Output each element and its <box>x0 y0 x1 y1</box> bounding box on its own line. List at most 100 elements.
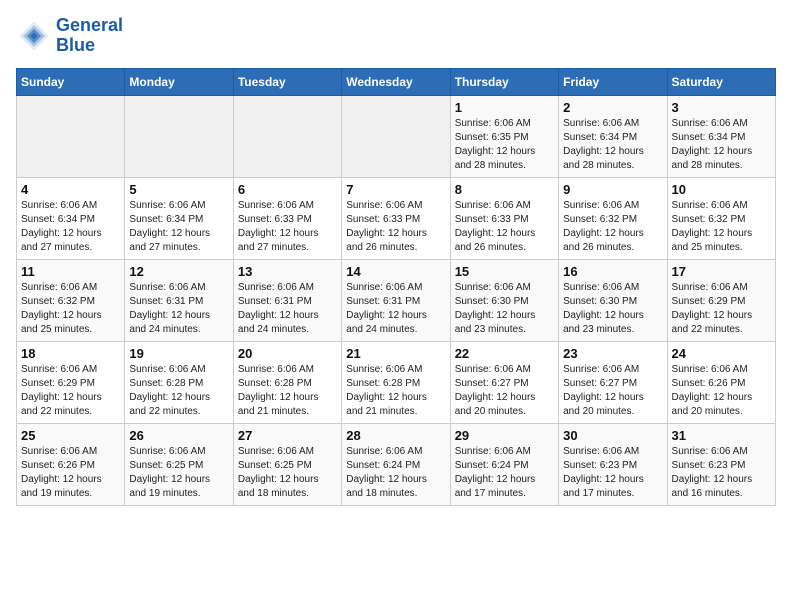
day-number: 19 <box>129 346 228 361</box>
weekday-header: Saturday <box>667 68 775 95</box>
day-info: Sunrise: 6:06 AM Sunset: 6:28 PM Dayligh… <box>238 363 337 419</box>
calendar-cell: 27 Sunrise: 6:06 AM Sunset: 6:25 PM Dayli… <box>233 423 341 505</box>
day-info: Sunrise: 6:06 AM Sunset: 6:33 PM Dayligh… <box>346 199 445 255</box>
day-number: 5 <box>129 182 228 197</box>
logo-icon <box>16 18 52 54</box>
calendar-cell: 5 Sunrise: 6:06 AM Sunset: 6:34 PM Daylig… <box>125 177 233 259</box>
day-info: Sunrise: 6:06 AM Sunset: 6:34 PM Dayligh… <box>563 117 662 173</box>
day-number: 7 <box>346 182 445 197</box>
day-number: 6 <box>238 182 337 197</box>
day-info: Sunrise: 6:06 AM Sunset: 6:31 PM Dayligh… <box>346 281 445 337</box>
weekday-header: Tuesday <box>233 68 341 95</box>
day-number: 1 <box>455 100 554 115</box>
day-info: Sunrise: 6:06 AM Sunset: 6:24 PM Dayligh… <box>455 445 554 501</box>
day-number: 20 <box>238 346 337 361</box>
calendar-cell <box>17 95 125 177</box>
calendar-cell: 14 Sunrise: 6:06 AM Sunset: 6:31 PM Dayli… <box>342 259 450 341</box>
day-number: 29 <box>455 428 554 443</box>
calendar-cell: 9 Sunrise: 6:06 AM Sunset: 6:32 PM Daylig… <box>559 177 667 259</box>
day-number: 30 <box>563 428 662 443</box>
day-info: Sunrise: 6:06 AM Sunset: 6:26 PM Dayligh… <box>21 445 120 501</box>
page-header: General Blue <box>16 16 776 56</box>
day-info: Sunrise: 6:06 AM Sunset: 6:30 PM Dayligh… <box>563 281 662 337</box>
weekday-header: Sunday <box>17 68 125 95</box>
calendar-cell: 31 Sunrise: 6:06 AM Sunset: 6:23 PM Dayli… <box>667 423 775 505</box>
day-number: 21 <box>346 346 445 361</box>
day-number: 18 <box>21 346 120 361</box>
day-info: Sunrise: 6:06 AM Sunset: 6:25 PM Dayligh… <box>238 445 337 501</box>
day-info: Sunrise: 6:06 AM Sunset: 6:28 PM Dayligh… <box>346 363 445 419</box>
day-number: 28 <box>346 428 445 443</box>
day-number: 12 <box>129 264 228 279</box>
day-number: 27 <box>238 428 337 443</box>
day-info: Sunrise: 6:06 AM Sunset: 6:33 PM Dayligh… <box>455 199 554 255</box>
calendar-cell: 4 Sunrise: 6:06 AM Sunset: 6:34 PM Daylig… <box>17 177 125 259</box>
weekday-header: Thursday <box>450 68 558 95</box>
calendar-cell: 30 Sunrise: 6:06 AM Sunset: 6:23 PM Dayli… <box>559 423 667 505</box>
day-info: Sunrise: 6:06 AM Sunset: 6:27 PM Dayligh… <box>563 363 662 419</box>
day-info: Sunrise: 6:06 AM Sunset: 6:23 PM Dayligh… <box>672 445 771 501</box>
calendar-cell: 22Sunrise: 6:06 AM Sunset: 6:27 PM Dayli… <box>450 341 558 423</box>
calendar-week-row: 4 Sunrise: 6:06 AM Sunset: 6:34 PM Daylig… <box>17 177 776 259</box>
calendar-cell: 2 Sunrise: 6:06 AM Sunset: 6:34 PM Daylig… <box>559 95 667 177</box>
day-number: 3 <box>672 100 771 115</box>
day-info: Sunrise: 6:06 AM Sunset: 6:27 PM Dayligh… <box>455 363 554 419</box>
day-info: Sunrise: 6:06 AM Sunset: 6:28 PM Dayligh… <box>129 363 228 419</box>
day-number: 16 <box>563 264 662 279</box>
calendar-cell: 20 Sunrise: 6:06 AM Sunset: 6:28 PM Dayli… <box>233 341 341 423</box>
day-info: Sunrise: 6:06 AM Sunset: 6:25 PM Dayligh… <box>129 445 228 501</box>
day-number: 23 <box>563 346 662 361</box>
day-info: Sunrise: 6:06 AM Sunset: 6:23 PM Dayligh… <box>563 445 662 501</box>
day-number: 15 <box>455 264 554 279</box>
day-info: Sunrise: 6:06 AM Sunset: 6:34 PM Dayligh… <box>672 117 771 173</box>
calendar-cell: 7 Sunrise: 6:06 AM Sunset: 6:33 PM Daylig… <box>342 177 450 259</box>
calendar-header: SundayMondayTuesdayWednesdayThursdayFrid… <box>17 68 776 95</box>
calendar-week-row: 1 Sunrise: 6:06 AM Sunset: 6:35 PM Daylig… <box>17 95 776 177</box>
calendar-cell: 6 Sunrise: 6:06 AM Sunset: 6:33 PM Daylig… <box>233 177 341 259</box>
day-info: Sunrise: 6:06 AM Sunset: 6:34 PM Dayligh… <box>129 199 228 255</box>
day-number: 11 <box>21 264 120 279</box>
calendar-cell: 3 Sunrise: 6:06 AM Sunset: 6:34 PM Daylig… <box>667 95 775 177</box>
calendar-cell: 23 Sunrise: 6:06 AM Sunset: 6:27 PM Dayli… <box>559 341 667 423</box>
day-number: 13 <box>238 264 337 279</box>
calendar-table: SundayMondayTuesdayWednesdayThursdayFrid… <box>16 68 776 506</box>
calendar-cell: 25 Sunrise: 6:06 AM Sunset: 6:26 PM Dayli… <box>17 423 125 505</box>
day-number: 14 <box>346 264 445 279</box>
calendar-cell: 1 Sunrise: 6:06 AM Sunset: 6:35 PM Daylig… <box>450 95 558 177</box>
weekday-header: Wednesday <box>342 68 450 95</box>
day-info: Sunrise: 6:06 AM Sunset: 6:32 PM Dayligh… <box>21 281 120 337</box>
day-number: 24 <box>672 346 771 361</box>
calendar-cell <box>125 95 233 177</box>
weekday-header: Friday <box>559 68 667 95</box>
day-info: Sunrise: 6:06 AM Sunset: 6:34 PM Dayligh… <box>21 199 120 255</box>
day-info: Sunrise: 6:06 AM Sunset: 6:32 PM Dayligh… <box>563 199 662 255</box>
calendar-cell: 28 Sunrise: 6:06 AM Sunset: 6:24 PM Dayli… <box>342 423 450 505</box>
day-info: Sunrise: 6:06 AM Sunset: 6:24 PM Dayligh… <box>346 445 445 501</box>
calendar-week-row: 11 Sunrise: 6:06 AM Sunset: 6:32 PM Dayli… <box>17 259 776 341</box>
day-number: 4 <box>21 182 120 197</box>
calendar-cell: 8 Sunrise: 6:06 AM Sunset: 6:33 PM Daylig… <box>450 177 558 259</box>
day-info: Sunrise: 6:06 AM Sunset: 6:35 PM Dayligh… <box>455 117 554 173</box>
weekday-header: Monday <box>125 68 233 95</box>
calendar-cell: 13 Sunrise: 6:06 AM Sunset: 6:31 PM Dayli… <box>233 259 341 341</box>
day-number: 31 <box>672 428 771 443</box>
logo: General Blue <box>16 16 123 56</box>
calendar-cell <box>233 95 341 177</box>
day-info: Sunrise: 6:06 AM Sunset: 6:31 PM Dayligh… <box>238 281 337 337</box>
day-number: 10 <box>672 182 771 197</box>
day-info: Sunrise: 6:06 AM Sunset: 6:33 PM Dayligh… <box>238 199 337 255</box>
day-number: 2 <box>563 100 662 115</box>
calendar-cell: 16 Sunrise: 6:06 AM Sunset: 6:30 PM Dayli… <box>559 259 667 341</box>
day-number: 17 <box>672 264 771 279</box>
calendar-week-row: 25 Sunrise: 6:06 AM Sunset: 6:26 PM Dayli… <box>17 423 776 505</box>
calendar-cell: 18 Sunrise: 6:06 AM Sunset: 6:29 PM Dayli… <box>17 341 125 423</box>
day-number: 25 <box>21 428 120 443</box>
logo-text: General Blue <box>56 16 123 56</box>
day-number: 9 <box>563 182 662 197</box>
day-info: Sunrise: 6:06 AM Sunset: 6:31 PM Dayligh… <box>129 281 228 337</box>
day-number: 8 <box>455 182 554 197</box>
calendar-week-row: 18 Sunrise: 6:06 AM Sunset: 6:29 PM Dayli… <box>17 341 776 423</box>
day-info: Sunrise: 6:06 AM Sunset: 6:29 PM Dayligh… <box>21 363 120 419</box>
calendar-cell: 21 Sunrise: 6:06 AM Sunset: 6:28 PM Dayli… <box>342 341 450 423</box>
calendar-cell: 19 Sunrise: 6:06 AM Sunset: 6:28 PM Dayli… <box>125 341 233 423</box>
